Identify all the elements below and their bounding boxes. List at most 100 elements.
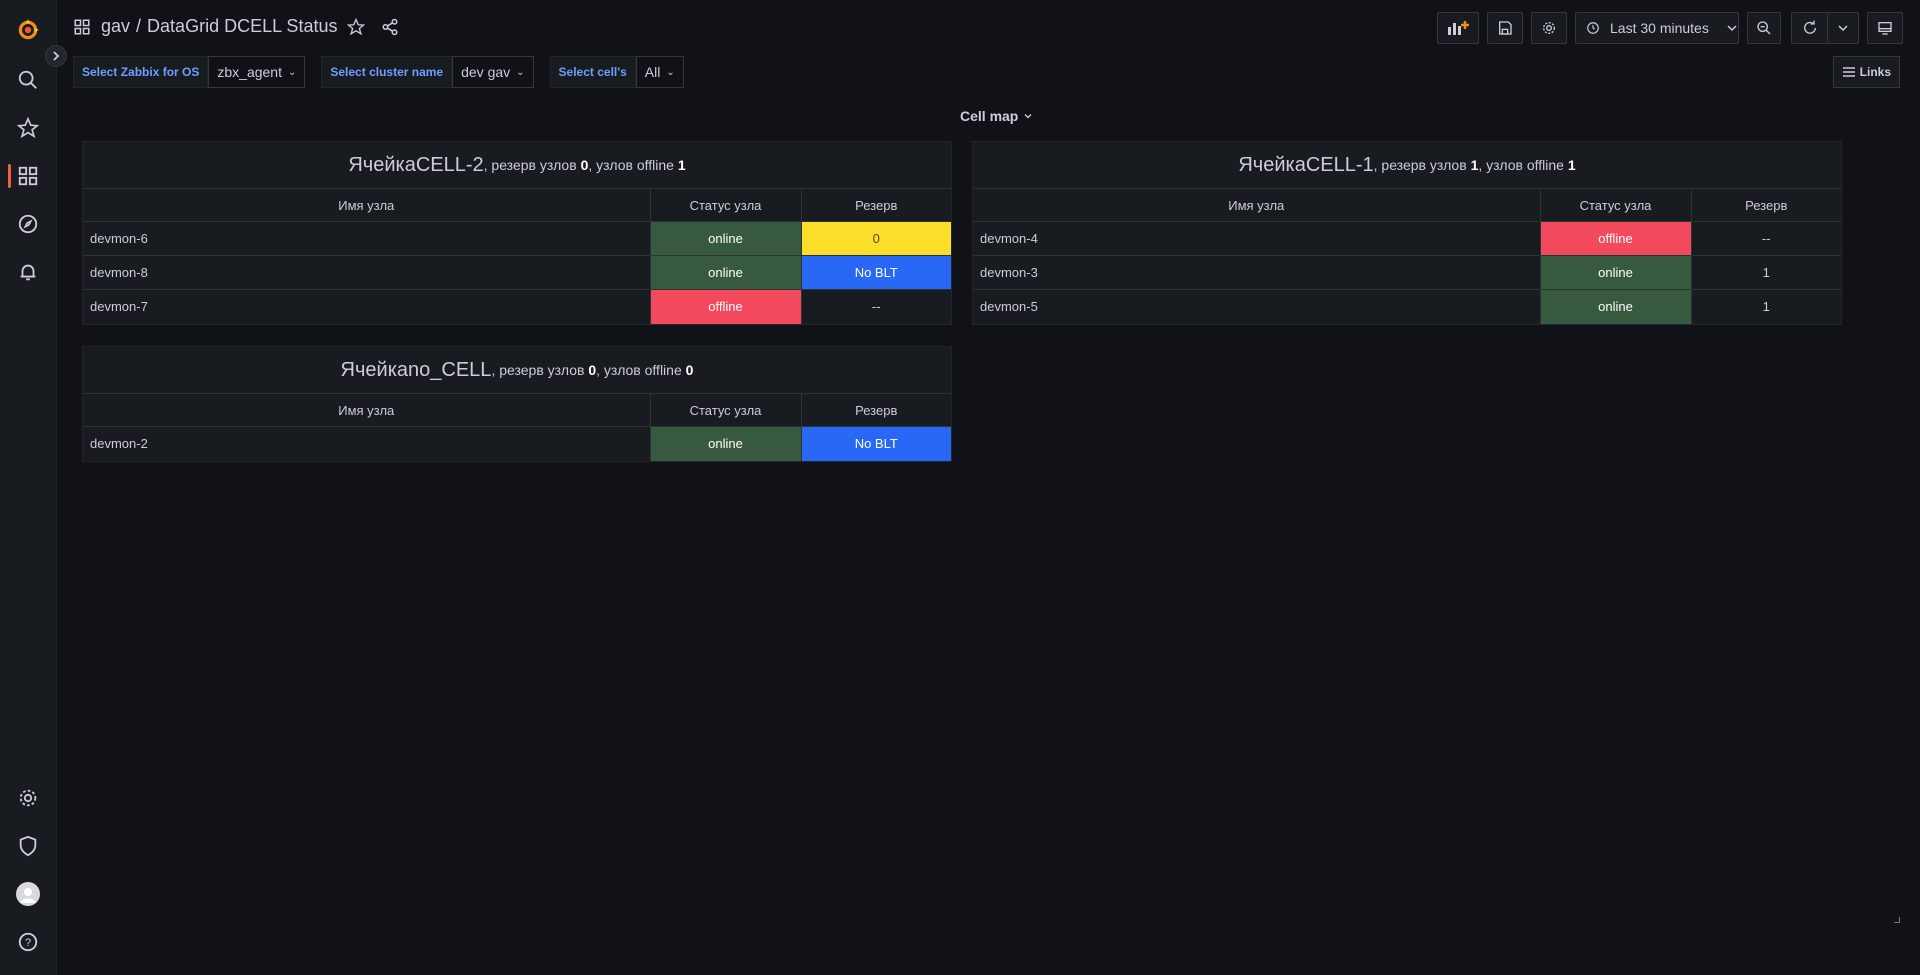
- cell-name: no_CELL: [408, 358, 492, 381]
- add-panel-button[interactable]: [1437, 12, 1479, 44]
- status-cell: online: [650, 426, 802, 461]
- share-icon[interactable]: [381, 18, 399, 36]
- cell-prefix: Ячейка: [340, 358, 409, 381]
- node-name-cell: devmon-2: [83, 426, 651, 461]
- breadcrumb: gav / DataGrid DCELL Status: [73, 16, 399, 37]
- status-cell: online: [650, 255, 802, 290]
- expand-sidebar-button[interactable]: [45, 45, 67, 67]
- search-icon[interactable]: [14, 66, 42, 94]
- column-header-reserve[interactable]: Резерв: [801, 393, 951, 427]
- reserve-cell: --: [1691, 221, 1841, 256]
- reserve-count: 0: [588, 362, 597, 378]
- offline-count: 1: [677, 157, 686, 173]
- column-header-status[interactable]: Статус узла: [650, 393, 802, 427]
- chevron-down-icon: ⌄: [666, 66, 675, 78]
- star-icon[interactable]: [347, 17, 366, 36]
- offline-count: 1: [1567, 157, 1576, 173]
- side-nav: ?: [0, 0, 57, 975]
- chevron-down-icon: [1727, 25, 1737, 32]
- column-header-reserve[interactable]: Резерв: [1691, 188, 1841, 222]
- offline-text: , узлов offline: [1478, 157, 1564, 173]
- table-header-row: Имя узла Статус узла Резерв: [973, 188, 1841, 222]
- variable-select-zabbix[interactable]: zbx_agent ⌄: [208, 56, 306, 88]
- dashboard-settings-button[interactable]: [1531, 12, 1567, 44]
- clock-icon: [1587, 22, 1599, 34]
- chevron-down-icon: ⌄: [287, 66, 297, 78]
- time-range-picker[interactable]: Last 30 minutes: [1575, 12, 1739, 44]
- refresh-interval-dropdown[interactable]: [1827, 12, 1859, 44]
- reserve-count: 1: [1470, 157, 1479, 173]
- cell-name: CELL-2: [415, 153, 484, 176]
- refresh-button[interactable]: [1791, 12, 1827, 44]
- column-header-status[interactable]: Статус узла: [1540, 188, 1692, 222]
- starred-icon[interactable]: [14, 114, 42, 142]
- nodes-table: Имя узла Статус узла Резерв devmon-2 onl…: [83, 393, 951, 461]
- reserve-count: 0: [580, 157, 589, 173]
- add-panel-icon: [1448, 21, 1469, 35]
- column-header-node[interactable]: Имя узла: [83, 393, 651, 427]
- row-collapse-toggle[interactable]: Cell map: [960, 108, 1033, 124]
- cell-panel: Ячейка CELL-1 , резерв узлов 1 , узлов o…: [972, 141, 1842, 325]
- panel-title: Ячейка CELL-1 , резерв узлов 1 , узлов o…: [973, 142, 1841, 188]
- variable-select-cluster[interactable]: dev gav ⌄: [452, 56, 534, 88]
- top-bar: gav / DataGrid DCELL Status Last 30 minu…: [57, 0, 1920, 56]
- settings-gear-icon[interactable]: [14, 784, 42, 812]
- cell-prefix: Ячейка: [1238, 153, 1306, 176]
- reserve-cell: 1: [1691, 289, 1841, 324]
- help-icon[interactable]: ?: [14, 928, 42, 956]
- reserve-cell: 1: [1691, 255, 1841, 290]
- table-row: devmon-2 online No BLT: [83, 426, 951, 461]
- table-row: devmon-6 online 0: [83, 221, 951, 256]
- dashboard-title[interactable]: DataGrid DCELL Status: [147, 16, 337, 37]
- reserve-text: , резерв узлов: [483, 157, 577, 173]
- reserve-cell: --: [801, 289, 951, 324]
- alerting-bell-icon[interactable]: [14, 258, 42, 286]
- reserve-cell: 0: [801, 221, 951, 256]
- tv-mode-button[interactable]: [1867, 12, 1903, 44]
- variable-value-zabbix: zbx_agent: [217, 64, 282, 80]
- refresh-icon: [1803, 20, 1816, 34]
- reserve-cell: No BLT: [801, 426, 951, 461]
- column-header-node[interactable]: Имя узла: [973, 188, 1541, 222]
- variable-select-cells[interactable]: All ⌄: [635, 56, 684, 88]
- user-avatar-icon[interactable]: [14, 880, 42, 908]
- shield-icon[interactable]: [14, 832, 42, 860]
- node-name-cell: devmon-5: [973, 289, 1541, 324]
- resize-handle[interactable]: [1894, 917, 1900, 923]
- cell-panel: Ячейка no_CELL , резерв узлов 0 , узлов …: [82, 346, 952, 462]
- status-cell: offline: [650, 289, 802, 324]
- chevron-down-icon: ⌄: [516, 66, 525, 78]
- variable-label-cluster: Select cluster name: [321, 56, 453, 88]
- status-cell: offline: [1540, 221, 1692, 256]
- table-row: devmon-7 offline --: [83, 289, 951, 324]
- table-row: devmon-3 online 1: [973, 255, 1841, 290]
- node-name-cell: devmon-6: [83, 221, 651, 256]
- node-name-cell: devmon-3: [973, 255, 1541, 290]
- column-header-node[interactable]: Имя узла: [83, 188, 651, 222]
- monitor-icon: [1878, 22, 1892, 35]
- dashboards-icon[interactable]: [14, 162, 42, 190]
- zoom-out-icon: [1757, 21, 1771, 35]
- variable-value-cells: All: [644, 64, 661, 80]
- breadcrumb-folder[interactable]: gav: [101, 16, 130, 37]
- variable-label-cells: Select cell's: [549, 56, 636, 88]
- save-icon: [1499, 21, 1512, 35]
- table-header-row: Имя узла Статус узла Резерв: [83, 393, 951, 427]
- save-dashboard-button[interactable]: [1487, 12, 1523, 44]
- variable-value-cluster: dev gav: [461, 64, 511, 80]
- grafana-logo-icon[interactable]: [14, 16, 42, 44]
- zoom-out-button[interactable]: [1747, 12, 1781, 44]
- status-cell: online: [1540, 255, 1692, 290]
- links-label: Links: [1859, 65, 1891, 79]
- column-header-status[interactable]: Статус узла: [650, 188, 802, 222]
- explore-compass-icon[interactable]: [14, 210, 42, 238]
- cell-prefix: Ячейка: [348, 153, 416, 176]
- menu-icon: [1842, 67, 1855, 77]
- column-header-reserve[interactable]: Резерв: [801, 188, 951, 222]
- table-row: devmon-8 online No BLT: [83, 255, 951, 290]
- dashboard-grid-icon: [74, 19, 90, 34]
- chevron-right-icon: [53, 51, 60, 61]
- table-row: devmon-5 online 1: [973, 289, 1841, 324]
- panel-title: Ячейка no_CELL , резерв узлов 0 , узлов …: [83, 347, 951, 393]
- links-dropdown[interactable]: Links: [1832, 56, 1900, 88]
